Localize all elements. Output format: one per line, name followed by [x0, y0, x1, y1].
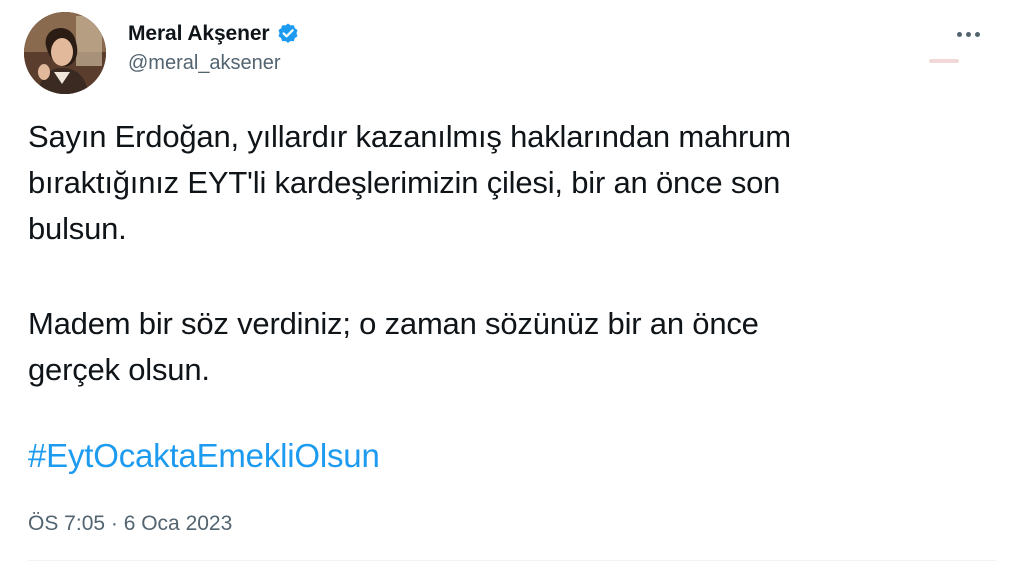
- author-display-name[interactable]: Meral Akşener: [128, 22, 270, 46]
- more-options-icon[interactable]: [950, 22, 986, 46]
- verified-badge-icon: [276, 22, 300, 46]
- hashtag-link[interactable]: #EytOcaktaEmekliOlsun: [28, 437, 380, 475]
- avatar-image: [24, 12, 106, 94]
- tweet-text: Sayın Erdoğan, yıllardır kazanılmış hakl…: [28, 114, 998, 252]
- more-dot: [965, 31, 971, 37]
- tweet-timestamp[interactable]: ÖS 7:05 · 6 Oca 2023: [28, 512, 232, 536]
- tweet-author: Meral Akşener @meral_aksener: [128, 20, 300, 75]
- more-dot: [974, 31, 980, 37]
- more-dot: [956, 31, 962, 37]
- watermark-logo: [929, 56, 959, 69]
- author-handle[interactable]: @meral_aksener: [128, 52, 300, 75]
- divider: [28, 560, 996, 561]
- tweet-paragraph-2: Madem bir söz verdiniz; o zaman sözünüz …: [28, 306, 759, 387]
- tweet-paragraph-1: Sayın Erdoğan, yıllardır kazanılmış hakl…: [28, 119, 791, 246]
- avatar[interactable]: [24, 12, 106, 94]
- tweet-card: Meral Akşener @meral_aksener Sayın Erdoğ…: [0, 0, 1024, 576]
- author-name-row: Meral Akşener: [128, 20, 300, 48]
